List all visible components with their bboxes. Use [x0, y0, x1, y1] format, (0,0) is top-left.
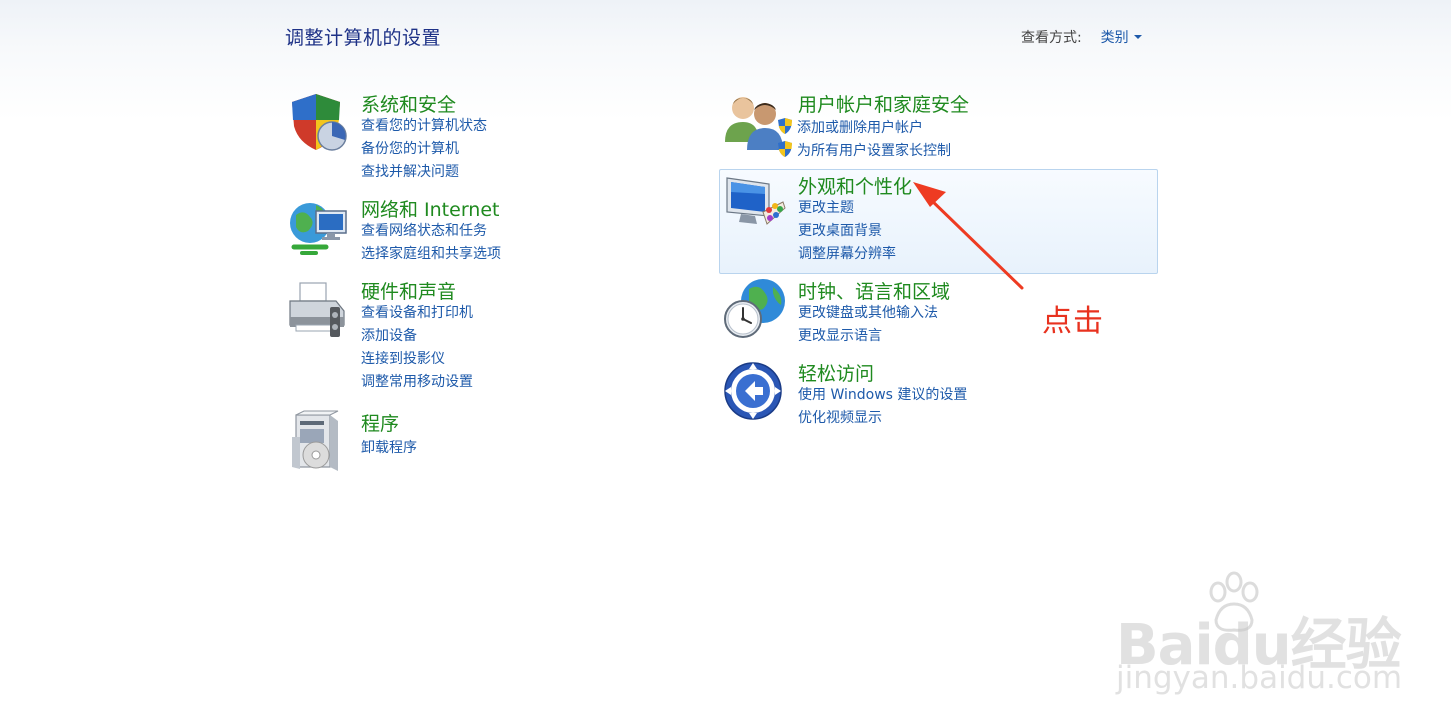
link-backup-computer[interactable]: 备份您的计算机 — [361, 140, 487, 163]
baidu-watermark: Baidu经验 jingyan.baidu.com — [1110, 570, 1410, 700]
link-view-network-status[interactable]: 查看网络状态和任务 — [361, 222, 501, 245]
watermark-url: jingyan.baidu.com — [1116, 660, 1403, 696]
link-uninstall-program[interactable]: 卸载程序 — [361, 439, 417, 462]
link-change-display-language[interactable]: 更改显示语言 — [798, 327, 938, 350]
link-view-computer-status[interactable]: 查看您的计算机状态 — [361, 117, 487, 140]
category-ease-of-access: 轻松访问 使用 Windows 建议的设置 优化视频显示 — [723, 359, 1143, 429]
category-title[interactable]: 用户帐户和家庭安全 — [798, 90, 969, 117]
link-connect-projector[interactable]: 连接到投影仪 — [361, 350, 473, 373]
view-by-dropdown[interactable]: 类别 — [1101, 30, 1142, 46]
monitor-palette-icon — [726, 177, 786, 225]
programs-box-icon — [292, 410, 339, 471]
view-by: 查看方式: 类别 — [1021, 27, 1142, 47]
link-adjust-resolution[interactable]: 调整屏幕分辨率 — [798, 245, 896, 268]
annotation-click-label: 点击 — [1042, 304, 1104, 339]
link-mobility-settings[interactable]: 调整常用移动设置 — [361, 373, 473, 396]
link-label: 为所有用户设置家长控制 — [797, 143, 951, 159]
category-user-accounts: 用户帐户和家庭安全 添加或删除用户帐户 为所有用户设置家长控制 — [723, 90, 1143, 160]
category-system-security: 系统和安全 查看您的计算机状态 备份您的计算机 查找并解决问题 — [286, 90, 686, 182]
shield-pie-icon — [292, 94, 347, 151]
link-homegroup-sharing[interactable]: 选择家庭组和共享选项 — [361, 245, 501, 268]
category-title[interactable]: 时钟、语言和区域 — [798, 277, 950, 304]
network-globe-icon — [290, 203, 347, 255]
view-by-label: 查看方式: — [1021, 30, 1082, 46]
category-network-internet: 网络和 Internet 查看网络状态和任务 选择家庭组和共享选项 — [286, 195, 686, 265]
link-optimize-video-display[interactable]: 优化视频显示 — [798, 409, 967, 432]
category-appearance-personalization: 外观和个性化 更改主题 更改桌面背景 调整屏幕分辨率 — [723, 172, 1143, 267]
link-find-fix-problems[interactable]: 查找并解决问题 — [361, 163, 487, 186]
link-change-desktop-background[interactable]: 更改桌面背景 — [798, 222, 896, 245]
category-title[interactable]: 硬件和声音 — [361, 277, 456, 304]
uac-shield-icon — [778, 118, 792, 134]
category-title[interactable]: 外观和个性化 — [798, 172, 912, 199]
category-title[interactable]: 网络和 Internet — [361, 195, 499, 222]
link-change-theme[interactable]: 更改主题 — [798, 199, 896, 222]
category-title[interactable]: 程序 — [361, 409, 399, 436]
link-add-device[interactable]: 添加设备 — [361, 327, 473, 350]
ease-of-access-icon — [724, 362, 782, 420]
page-title: 调整计算机的设置 — [285, 27, 442, 49]
view-by-value: 类别 — [1100, 30, 1129, 46]
category-programs: 程序 卸载程序 — [286, 409, 686, 471]
category-title[interactable]: 轻松访问 — [798, 359, 874, 386]
link-devices-printers[interactable]: 查看设备和打印机 — [361, 304, 473, 327]
clock-globe-icon — [724, 279, 785, 338]
category-title[interactable]: 系统和安全 — [361, 90, 456, 117]
printer-icon — [289, 282, 345, 337]
chevron-down-icon — [1133, 35, 1142, 39]
link-parental-controls[interactable]: 为所有用户设置家长控制 — [777, 140, 951, 163]
category-hardware-sound: 硬件和声音 查看设备和打印机 添加设备 连接到投影仪 调整常用移动设置 — [286, 277, 686, 393]
uac-shield-icon — [778, 141, 792, 157]
link-label: 添加或删除用户帐户 — [797, 120, 923, 136]
link-windows-recommended-settings[interactable]: 使用 Windows 建议的设置 — [798, 386, 967, 409]
link-change-keyboard-input[interactable]: 更改键盘或其他输入法 — [798, 304, 938, 327]
link-add-remove-accounts[interactable]: 添加或删除用户帐户 — [777, 117, 951, 140]
